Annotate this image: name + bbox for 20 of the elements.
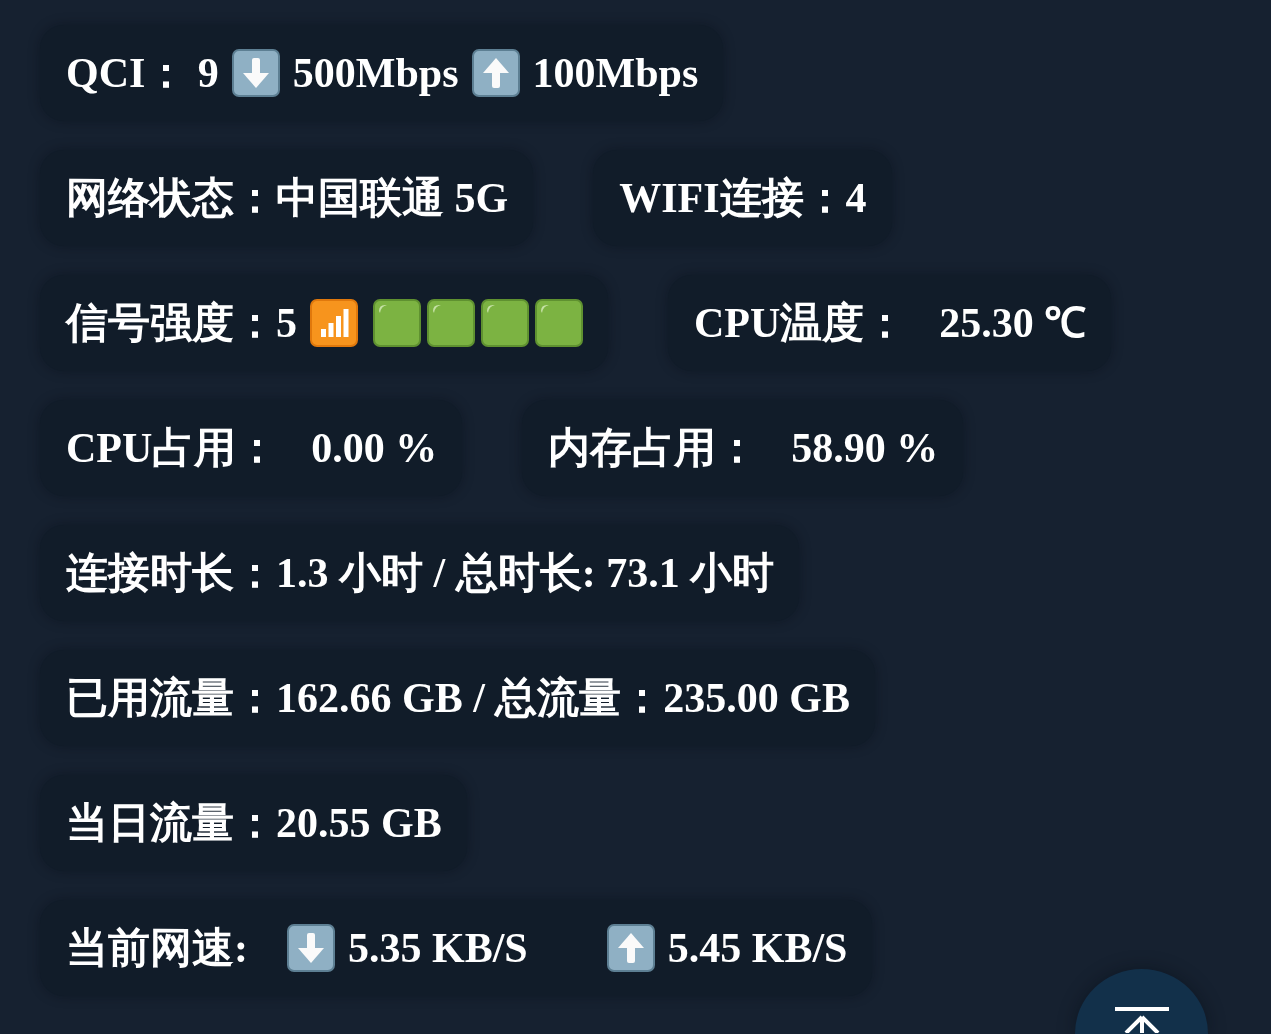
status-value: 58.90 % [791,423,939,473]
uplink-rate: 100Mbps [532,48,699,98]
signal-strength-text: 信号强度：5 [66,298,297,348]
status-text: 连接时长：1.3 小时 / 总时长: 73.1 小时 [66,548,775,598]
status-text: WIFI连接：4 [619,173,867,223]
status-text: 当日流量：20.55 GB [66,798,442,848]
status-label: 当前网速: [66,923,248,973]
status-text: 已用流量：162.66 GB / 总流量：235.00 GB [66,673,851,723]
status-label: CPU占用： [66,423,279,473]
status-value: 25.30 ℃ [939,298,1087,348]
status-label: CPU温度： [694,298,907,348]
signal-bars-icon [310,299,358,347]
download-speed: 5.35 KB/S [348,923,528,973]
qci-text: QCI： 9 [66,48,219,98]
status-text: 网络状态：中国联通 5G [66,173,509,223]
upload-speed: 5.45 KB/S [667,923,848,973]
status-value: 0.00 % [311,423,438,473]
downlink-rate: 500Mbps [292,48,459,98]
status-label: 内存占用： [548,423,759,473]
arrow-to-top-icon [1113,1007,1170,1033]
